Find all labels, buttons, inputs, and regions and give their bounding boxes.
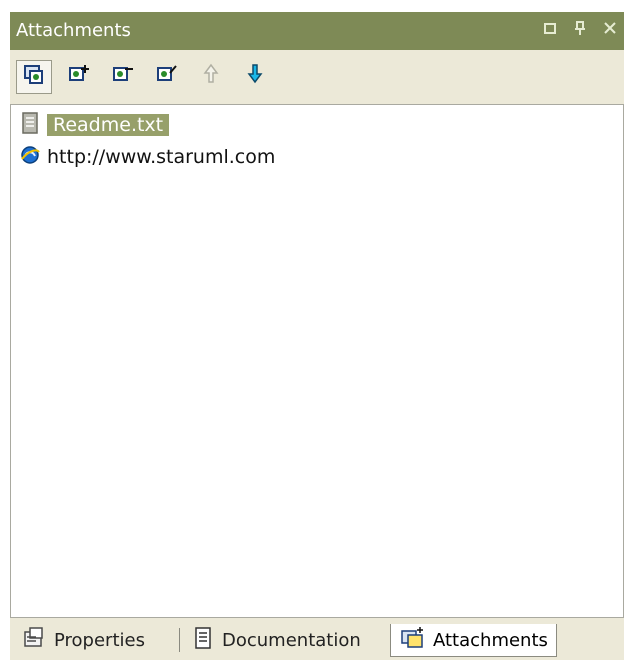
arrow-up-icon — [199, 62, 223, 90]
bottom-tabs: Properties Documentation Attachments — [10, 618, 624, 660]
tab-separator — [179, 628, 180, 652]
pin-icon[interactable] — [572, 20, 588, 41]
panel-title: Attachments — [16, 20, 131, 41]
panel-titlebar: Attachments — [10, 12, 624, 50]
edit-attachment-icon — [155, 62, 179, 90]
window-controls — [542, 20, 618, 41]
properties-icon — [22, 626, 46, 655]
attachments-panel: Attachments Readme.txt http://www.starum… — [10, 12, 624, 660]
tab-attachments[interactable]: Attachments — [390, 624, 557, 657]
tab-label: Documentation — [222, 629, 361, 651]
list-item[interactable]: http://www.staruml.com — [19, 143, 275, 171]
view-attachments-button[interactable] — [16, 60, 52, 94]
remove-attachment-icon — [111, 62, 135, 90]
attachments-icon — [399, 626, 425, 655]
web-link-icon — [19, 144, 41, 171]
tab-label: Properties — [54, 629, 145, 651]
list-item[interactable]: Readme.txt — [19, 111, 170, 140]
attachments-icon — [22, 63, 46, 91]
remove-attachment-button[interactable] — [106, 60, 140, 92]
attachments-list[interactable]: Readme.txt http://www.staruml.com — [10, 104, 624, 618]
move-down-button[interactable] — [238, 60, 272, 92]
arrow-down-icon — [243, 62, 267, 90]
add-attachment-button[interactable] — [62, 60, 96, 92]
text-file-icon — [19, 111, 41, 140]
add-attachment-icon — [67, 62, 91, 90]
list-item-label: Readme.txt — [47, 114, 170, 136]
list-item-label: http://www.staruml.com — [47, 146, 276, 168]
tab-documentation[interactable]: Documentation — [192, 624, 361, 656]
restore-icon[interactable] — [542, 20, 558, 41]
move-up-button[interactable] — [194, 60, 228, 92]
tab-label: Attachments — [433, 629, 548, 651]
document-icon — [192, 626, 214, 655]
tab-properties[interactable]: Properties — [22, 624, 145, 656]
edit-attachment-button[interactable] — [150, 60, 184, 92]
attachments-toolbar — [10, 50, 624, 102]
close-icon[interactable] — [602, 20, 618, 41]
